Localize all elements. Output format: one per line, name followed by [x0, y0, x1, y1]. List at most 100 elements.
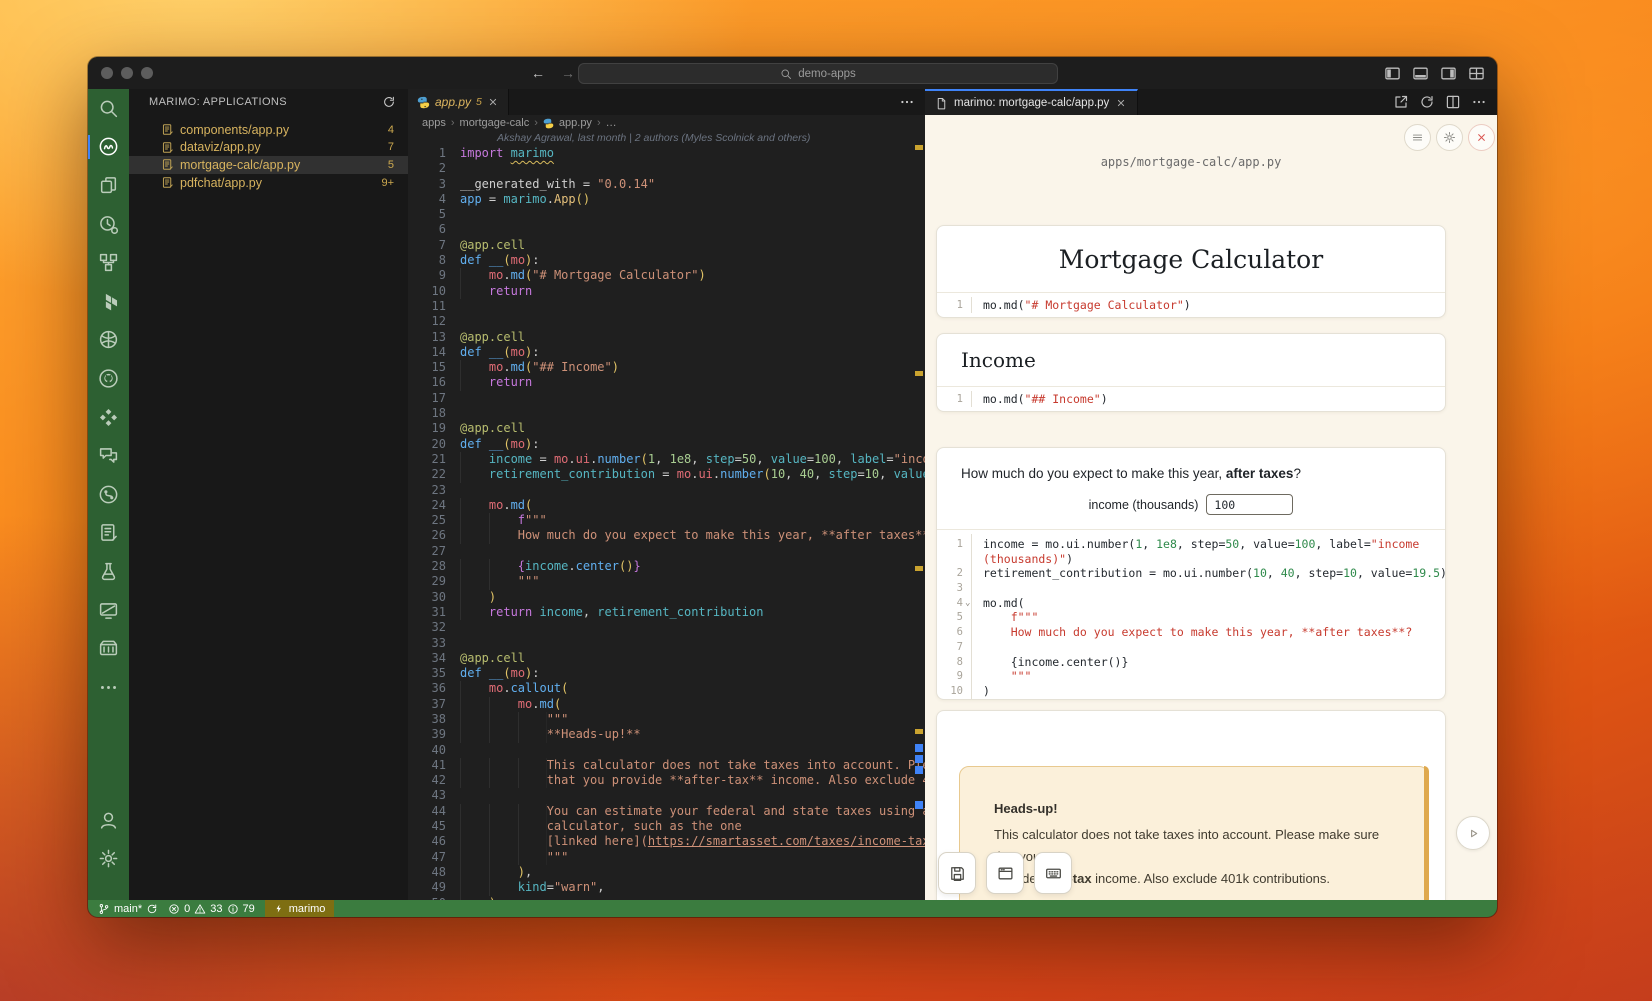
activity-item-git-graph[interactable]	[88, 475, 129, 514]
breadcrumb-item[interactable]: mortgage-calc	[460, 117, 530, 129]
activity-item-account[interactable]	[88, 801, 129, 840]
code-line[interactable]: 20def __(mo):	[408, 437, 925, 452]
income-input[interactable]	[1206, 494, 1293, 515]
sidebar-item-pdfchat-app-py[interactable]: pdfchat/app.py9+	[129, 174, 408, 192]
code-line[interactable]: 41This calculator does not take taxes in…	[408, 758, 925, 773]
sidebar-item-dataviz-app-py[interactable]: dataviz/app.py7	[129, 139, 408, 157]
code-line[interactable]: 27	[408, 544, 925, 559]
code-line[interactable]: 33	[408, 636, 925, 651]
close-tab-icon[interactable]	[1115, 97, 1127, 109]
layout-right-icon[interactable]	[1440, 65, 1457, 82]
sidebar-item-components-app-py[interactable]: components/app.py4	[129, 121, 408, 139]
more-icon[interactable]	[1471, 94, 1487, 110]
close-window-button[interactable]	[101, 67, 113, 79]
breadcrumb-item[interactable]: …	[606, 117, 617, 129]
activity-item-terraform[interactable]	[88, 282, 129, 321]
activity-item-more[interactable]	[88, 668, 129, 707]
code-line[interactable]: 6	[408, 222, 925, 237]
activity-item-files[interactable]	[88, 166, 129, 205]
code-line[interactable]: 4app = marimo.App()	[408, 192, 925, 207]
warning-ruler-mark[interactable]	[915, 729, 923, 734]
code-line[interactable]: 13@app.cell	[408, 330, 925, 345]
activity-item-sphere[interactable]	[88, 321, 129, 360]
code-line[interactable]: 24mo.md(	[408, 498, 925, 513]
code-line[interactable]: 30)	[408, 590, 925, 605]
code-line[interactable]: 44You can estimate your federal and stat…	[408, 804, 925, 819]
activity-item-github[interactable]	[88, 359, 129, 398]
more-actions-icon[interactable]	[899, 94, 915, 110]
activity-item-diamonds[interactable]	[88, 398, 129, 437]
menu-button[interactable]	[1404, 124, 1431, 151]
layout-left-icon[interactable]	[1384, 65, 1401, 82]
breadcrumb-item[interactable]: apps	[422, 117, 446, 129]
settings-icon[interactable]	[1443, 131, 1456, 144]
keyboard-icon[interactable]	[1045, 865, 1062, 882]
code-line[interactable]: 43	[408, 788, 925, 803]
git-branch-status[interactable]: main*	[98, 903, 158, 915]
marimo-server-status[interactable]: marimo	[265, 900, 335, 917]
activity-item-comments[interactable]	[88, 436, 129, 475]
settings-button[interactable]	[1436, 124, 1463, 151]
code-line[interactable]: 25f"""	[408, 513, 925, 528]
activity-item-search[interactable]	[88, 89, 129, 128]
save-icon[interactable]	[949, 865, 966, 882]
tab-app-py[interactable]: app.py 5	[408, 89, 509, 115]
close-x-icon[interactable]	[1475, 131, 1488, 144]
code-line[interactable]: 17	[408, 391, 925, 406]
code-line[interactable]: 15mo.md("## Income")	[408, 360, 925, 375]
code-line[interactable]: 12	[408, 314, 925, 329]
info-ruler-mark[interactable]	[915, 755, 923, 763]
tab-marimo-preview[interactable]: marimo: mortgage-calc/app.py	[925, 89, 1138, 115]
breadcrumb-item[interactable]: app.py	[559, 117, 592, 129]
close-app-button[interactable]	[1468, 124, 1495, 151]
code-line[interactable]: 8def __(mo):	[408, 253, 925, 268]
activity-item-remote-screen[interactable]	[88, 591, 129, 630]
code-line[interactable]: 49kind="warn",	[408, 880, 925, 895]
code-line[interactable]: 23	[408, 483, 925, 498]
code-line[interactable]: 38"""	[408, 712, 925, 727]
activity-item-symbols[interactable]	[88, 243, 129, 282]
code-line[interactable]: 47"""	[408, 850, 925, 865]
code-line[interactable]: 48),	[408, 865, 925, 880]
code-line[interactable]: 11	[408, 299, 925, 314]
info-ruler-mark[interactable]	[915, 801, 923, 809]
code-line[interactable]: 26How much do you expect to make this ye…	[408, 528, 925, 543]
activity-item-marimo[interactable]	[88, 128, 129, 167]
info-ruler-mark[interactable]	[915, 766, 923, 774]
code-line[interactable]: 32	[408, 620, 925, 635]
code-line[interactable]: 21income = mo.ui.number(1, 1e8, step=50,…	[408, 452, 925, 467]
reload-icon[interactable]	[1419, 94, 1435, 110]
refresh-icon[interactable]	[382, 95, 396, 109]
problems-status[interactable]: 0 33 79	[168, 903, 255, 915]
run-cell-button[interactable]	[1456, 816, 1490, 850]
code-line[interactable]: 39**Heads-up!**	[408, 727, 925, 742]
activity-item-settings[interactable]	[88, 839, 129, 878]
save-button[interactable]	[938, 852, 976, 894]
menu-icon[interactable]	[1411, 131, 1424, 144]
code-line[interactable]: 46[linked here](https://smartasset.com/t…	[408, 834, 925, 849]
nav-back-icon[interactable]: ←	[531, 65, 545, 81]
code-editor[interactable]: 1import marimo23__generated_with = "0.0.…	[408, 146, 925, 900]
zoom-window-button[interactable]	[141, 67, 153, 79]
keyboard-button[interactable]	[1034, 852, 1072, 894]
code-line[interactable]: 36mo.callout(	[408, 681, 925, 696]
code-line[interactable]: 34@app.cell	[408, 651, 925, 666]
panel-window-button[interactable]	[986, 852, 1024, 894]
code-line[interactable]: 18	[408, 406, 925, 421]
code-line[interactable]: 10return	[408, 284, 925, 299]
code-line[interactable]: 19@app.cell	[408, 421, 925, 436]
open-external-icon[interactable]	[1393, 94, 1409, 110]
fold-icon[interactable]: ⌄	[965, 596, 970, 611]
code-line[interactable]: 3__generated_with = "0.0.14"	[408, 177, 925, 192]
warning-ruler-mark[interactable]	[915, 145, 923, 150]
code-line[interactable]: 45calculator, such as the one	[408, 819, 925, 834]
info-ruler-mark[interactable]	[915, 744, 923, 752]
activity-item-run-status[interactable]	[88, 205, 129, 244]
minimize-window-button[interactable]	[121, 67, 133, 79]
layout-grid-icon[interactable]	[1468, 65, 1485, 82]
warning-ruler-mark[interactable]	[915, 371, 923, 376]
close-tab-icon[interactable]	[487, 96, 499, 108]
layout-panel-icon[interactable]	[1412, 65, 1429, 82]
code-line[interactable]: 35def __(mo):	[408, 666, 925, 681]
code-line[interactable]: 14def __(mo):	[408, 345, 925, 360]
